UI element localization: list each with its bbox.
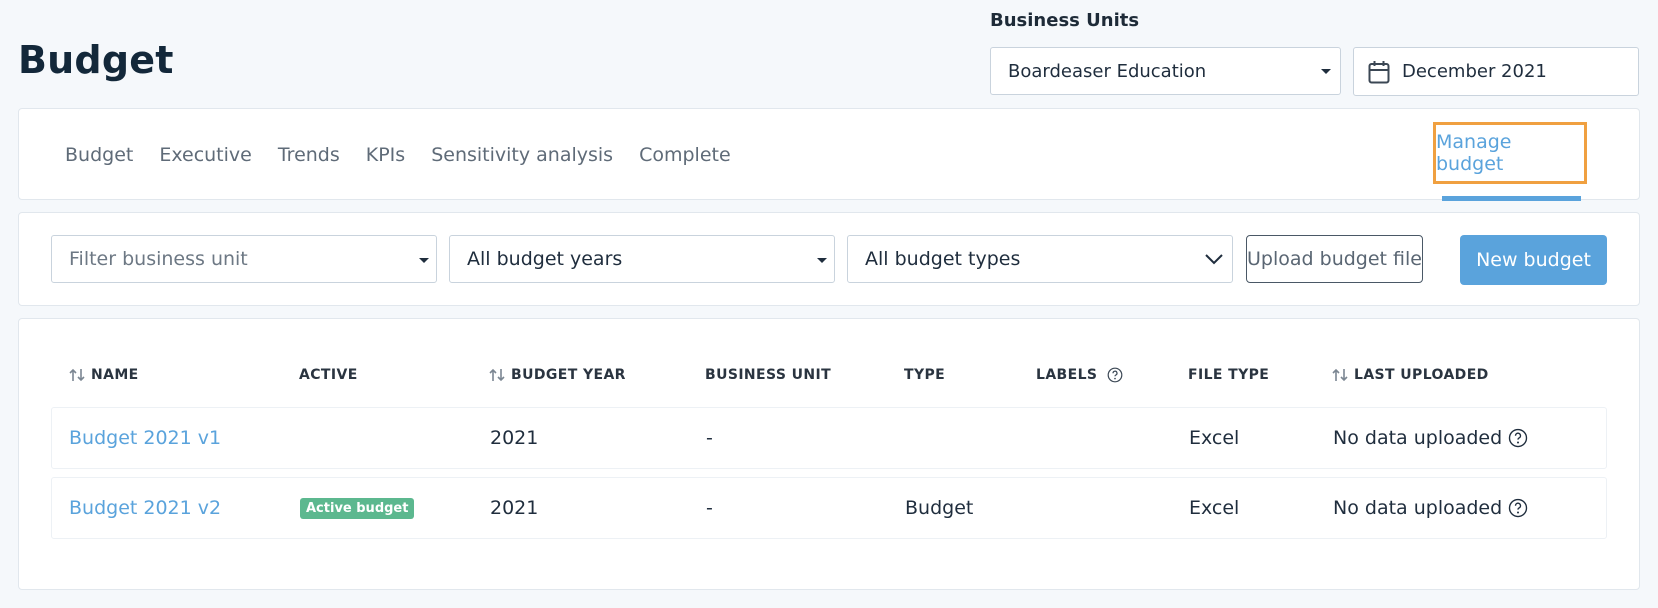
column-header-last-uploaded-label: LAST UPLOADED (1354, 367, 1489, 383)
budget-types-select[interactable]: All budget types (847, 235, 1233, 283)
column-header-budget-year[interactable]: BUDGET YEAR (489, 367, 626, 383)
help-icon[interactable] (1107, 367, 1123, 383)
column-header-labels-label: LABELS (1036, 367, 1098, 383)
last-uploaded-text: No data uploaded (1333, 427, 1503, 449)
column-header-type: TYPE (904, 367, 945, 383)
column-header-budget-year-label: BUDGET YEAR (511, 367, 626, 383)
budget-name-link[interactable]: Budget 2021 v2 (69, 497, 221, 519)
active-budget-badge: Active budget (300, 497, 415, 519)
budget-table: NAME ACTIVE BUDGET YEAR BUSINESS UNIT TY… (18, 318, 1640, 590)
budget-page: Budget Business Units Boardeaser Educati… (0, 0, 1658, 608)
sort-icon (1332, 368, 1348, 382)
file-type-cell: Excel (1189, 427, 1240, 449)
help-icon[interactable] (1508, 428, 1528, 448)
business-unit-cell: - (706, 497, 713, 519)
column-header-business-unit: BUSINESS UNIT (705, 367, 831, 383)
column-header-file-type-label: FILE TYPE (1188, 367, 1270, 383)
business-unit-filter[interactable]: Filter business unit (51, 235, 437, 283)
column-header-file-type: FILE TYPE (1188, 367, 1269, 383)
column-header-last-uploaded[interactable]: LAST UPLOADED (1332, 367, 1489, 383)
budget-name-link[interactable]: Budget 2021 v1 (69, 427, 221, 449)
caret-down-icon (817, 258, 827, 263)
budget-year-cell: 2021 (490, 427, 539, 449)
column-header-name[interactable]: NAME (69, 367, 139, 383)
tab-manage-budget[interactable]: Manage budget (1433, 122, 1587, 184)
file-type-cell: Excel (1189, 497, 1240, 519)
caret-down-icon (419, 258, 429, 263)
table-row: Budget 2021 v2 Active budget 2021 - Budg… (51, 477, 1607, 539)
upload-budget-file-button[interactable]: Upload budget file (1246, 235, 1423, 283)
column-header-name-label: NAME (91, 367, 139, 383)
sort-icon (489, 368, 505, 382)
date-picker[interactable]: December 2021 (1353, 47, 1639, 96)
business-unit-value: Boardeaser Education (1008, 60, 1207, 82)
budget-years-select[interactable]: All budget years (449, 235, 835, 283)
tab-complete[interactable]: Complete (639, 144, 731, 166)
help-icon[interactable] (1508, 498, 1528, 518)
column-header-labels: LABELS (1036, 367, 1129, 383)
calendar-icon (1368, 60, 1390, 83)
business-unit-select[interactable]: Boardeaser Education (990, 47, 1341, 95)
business-unit-cell: - (706, 427, 713, 449)
active-tab-indicator (1442, 196, 1581, 201)
column-header-active: ACTIVE (299, 367, 358, 383)
last-uploaded-cell: No data uploaded (1333, 408, 1528, 468)
tab-bar: Budget Executive Trends KPIs Sensitivity… (65, 109, 757, 201)
last-uploaded-text: No data uploaded (1333, 497, 1503, 519)
business-unit-filter-placeholder: Filter business unit (69, 248, 248, 270)
budget-year-cell: 2021 (490, 497, 539, 519)
filter-card: Filter business unit All budget years Al… (18, 212, 1640, 306)
last-uploaded-cell: No data uploaded (1333, 478, 1528, 538)
budget-years-value: All budget years (467, 248, 623, 270)
tab-executive[interactable]: Executive (159, 144, 252, 166)
nav-card: Budget Executive Trends KPIs Sensitivity… (18, 108, 1640, 201)
column-header-type-label: TYPE (904, 367, 946, 383)
chevron-down-icon (1205, 254, 1223, 265)
caret-down-icon (1321, 69, 1331, 74)
page-title: Budget (18, 38, 174, 82)
sort-icon (69, 368, 85, 382)
tab-trends[interactable]: Trends (278, 144, 340, 166)
table-row: Budget 2021 v1 2021 - Excel No data uplo… (51, 407, 1607, 469)
budget-types-value: All budget types (865, 248, 1021, 270)
tab-budget[interactable]: Budget (65, 144, 133, 166)
type-cell: Budget (905, 497, 974, 519)
column-header-business-unit-label: BUSINESS UNIT (705, 367, 832, 383)
new-budget-button[interactable]: New budget (1460, 235, 1607, 285)
date-value: December 2021 (1402, 61, 1547, 82)
business-units-label: Business Units (990, 10, 1140, 31)
tab-sensitivity-analysis[interactable]: Sensitivity analysis (431, 144, 613, 166)
column-header-active-label: ACTIVE (299, 367, 358, 383)
tab-kpis[interactable]: KPIs (366, 144, 405, 166)
